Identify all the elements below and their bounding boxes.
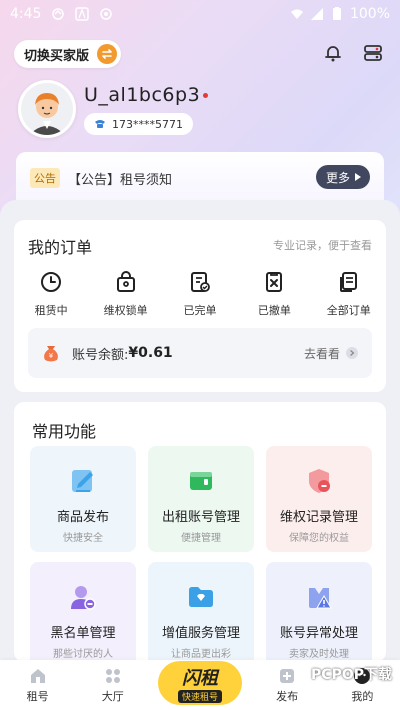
- settings-list-icon[interactable]: [362, 42, 384, 64]
- grid-icon: [105, 669, 120, 683]
- phone-icon: [95, 120, 105, 128]
- alert-bag-icon: [309, 588, 332, 609]
- balance-label: 账号余额:: [72, 347, 129, 363]
- shield-icon: [309, 469, 330, 493]
- balance-bar[interactable]: ¥ 账号余额: ¥0.61 去看看: [28, 328, 372, 378]
- tab-quick-rent[interactable]: 闪租 快速租号: [157, 661, 242, 705]
- balance-go-button[interactable]: 去看看: [304, 345, 358, 362]
- watermark: PCPOP下载: [311, 667, 392, 683]
- svg-text:¥: ¥: [49, 352, 54, 360]
- order-label: 已完单: [183, 304, 217, 317]
- func-value-added[interactable]: 增值服务管理 让商品更出彩: [148, 562, 254, 662]
- status-time: 4:45: [10, 6, 42, 22]
- publish-icon: [280, 669, 295, 683]
- func-sub: 快捷安全: [63, 533, 103, 544]
- battery-icon: [332, 7, 341, 20]
- cancelled-doc-icon: [266, 272, 283, 292]
- func-sub: 保障您的权益: [289, 533, 349, 544]
- chevron-right-icon: [346, 347, 358, 359]
- order-label: 全部订单: [326, 304, 371, 317]
- func-sub: 卖家及时处理: [289, 649, 349, 660]
- tab-label: 发布: [276, 690, 299, 703]
- username-text: U_al1bc6p3: [84, 84, 201, 106]
- all-orders-icon: [339, 272, 357, 292]
- order-renting[interactable]: 租赁中: [19, 270, 83, 318]
- switch-label: 切换买家版: [24, 48, 90, 64]
- func-sub: 让商品更出彩: [171, 649, 231, 660]
- func-label: 维权记录管理: [279, 510, 358, 525]
- phone-number: 173****5771: [112, 117, 183, 131]
- lock-bag-icon: [116, 271, 135, 292]
- circle-icon: [100, 8, 113, 20]
- phone-pill: 173****5771: [84, 113, 193, 135]
- func-product-publish[interactable]: 商品发布 快捷安全: [30, 446, 136, 552]
- orders-subtitle: 专业记录，便于查看: [273, 239, 372, 252]
- tab-label: 我的: [351, 690, 374, 703]
- completed-doc-icon: [190, 272, 210, 292]
- order-completed[interactable]: 已完单: [168, 270, 232, 318]
- clock-icon: [41, 272, 62, 292]
- battery-level: 100%: [349, 6, 390, 22]
- tab-label: 大厅: [101, 690, 124, 703]
- balance-go-label: 去看看: [303, 346, 340, 361]
- user-block-icon: [71, 586, 96, 610]
- func-label: 账号异常处理: [279, 626, 358, 641]
- quick-rent-label: 闪租: [181, 667, 218, 689]
- avatar[interactable]: [18, 80, 76, 138]
- a-icon: [75, 7, 90, 21]
- orders-card: 我的订单 专业记录，便于查看 租赁中 维权锁单 已完单 已撤单 全部订单 ¥ 账…: [14, 220, 386, 392]
- username: U_al1bc6p3: [84, 84, 209, 106]
- folder-icon: [189, 587, 213, 607]
- tab-hall[interactable]: 大厅: [83, 666, 143, 704]
- notification-bell-icon[interactable]: [322, 42, 344, 64]
- edit-icon: [72, 470, 93, 492]
- sync-icon: [52, 8, 65, 20]
- order-cancelled[interactable]: 已撤单: [242, 270, 306, 318]
- quick-rent-sub: 快速租号: [177, 689, 222, 703]
- wifi-icon: [290, 9, 303, 19]
- tab-rent[interactable]: 租号: [8, 666, 68, 704]
- notice-more-button[interactable]: 更多: [315, 165, 370, 189]
- swap-icon: [97, 44, 118, 64]
- order-label: 已撤单: [257, 304, 291, 317]
- func-sub: 那些讨厌的人: [53, 649, 113, 660]
- wallet-icon: [190, 472, 212, 490]
- func-rental-account[interactable]: 出租账号管理 便捷管理: [148, 446, 254, 552]
- balance-value: ¥0.61: [128, 345, 173, 361]
- tab-publish[interactable]: 发布: [257, 666, 317, 704]
- func-blacklist[interactable]: 黑名单管理 那些讨厌的人: [30, 562, 136, 662]
- home-icon: [30, 669, 45, 683]
- order-all[interactable]: 全部订单: [317, 270, 381, 318]
- func-label: 出租账号管理: [161, 510, 240, 525]
- functions-card: 常用功能 商品发布 快捷安全 出租账号管理 便捷管理 维权记录管理 保障您的权益…: [14, 402, 386, 662]
- func-sub: 便捷管理: [181, 533, 221, 544]
- online-dot: [203, 93, 209, 98]
- tab-label: 租号: [26, 690, 49, 703]
- status-bar: 4:45 100%: [0, 0, 400, 28]
- notice-text: 【公告】租号须知: [68, 173, 173, 188]
- func-label: 商品发布: [56, 510, 109, 525]
- order-label: 租赁中: [34, 304, 68, 317]
- func-account-exception[interactable]: 账号异常处理 卖家及时处理: [266, 562, 372, 662]
- func-rights-records[interactable]: 维权记录管理 保障您的权益: [266, 446, 372, 552]
- order-label: 维权锁单: [103, 304, 148, 317]
- func-label: 增值服务管理: [161, 626, 240, 641]
- switch-buyer-button[interactable]: 切换买家版: [14, 40, 122, 68]
- signal-icon: [310, 8, 323, 20]
- money-bag-icon: ¥: [44, 346, 58, 362]
- func-label: 黑名单管理: [50, 626, 116, 641]
- order-locked[interactable]: 维权锁单: [94, 270, 158, 318]
- functions-title: 常用功能: [32, 422, 97, 441]
- orders-title: 我的订单: [28, 238, 93, 257]
- notice-more-label: 更多: [325, 170, 350, 185]
- notice-tag: 公告: [30, 168, 60, 188]
- play-arrow-icon: [355, 173, 361, 181]
